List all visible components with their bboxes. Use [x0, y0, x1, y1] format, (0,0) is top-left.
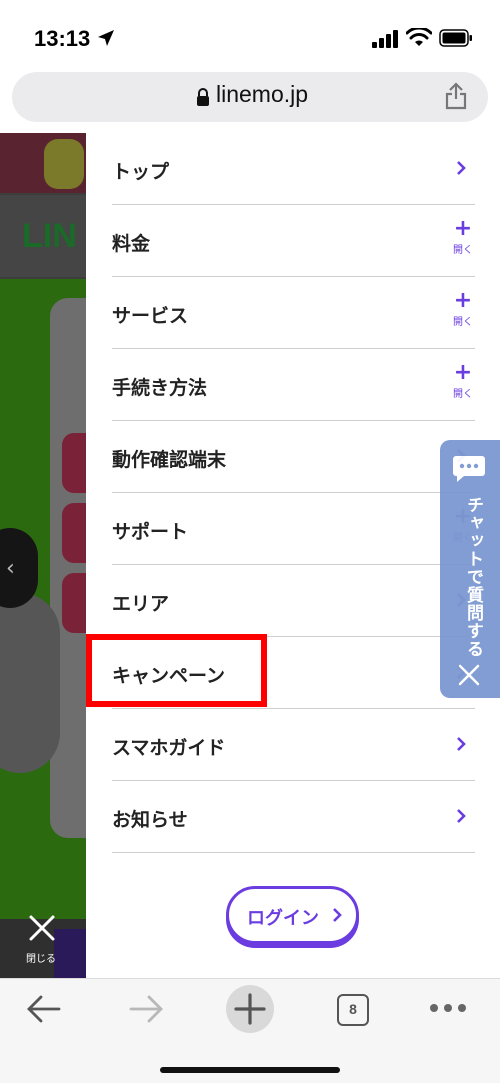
menu-item-pricing[interactable]: 料金 + 開く	[112, 205, 475, 277]
nav-menu-panel: トップ 料金 + 開く サービス + 開く 手続き方法 + 開く 動作確認端末 …	[86, 133, 500, 978]
menu-item-services[interactable]: サービス + 開く	[112, 277, 475, 349]
cellular-signal-icon	[372, 30, 398, 48]
menu-item-smartphone-guide[interactable]: スマホガイド	[112, 709, 475, 781]
menu-item-label: スマホガイド	[112, 737, 226, 759]
more-icon[interactable]	[428, 1001, 468, 1015]
menu-item-support[interactable]: サポート + 開く	[112, 493, 475, 565]
menu-item-label: 手続き方法	[112, 377, 208, 399]
close-menu-button[interactable]: 閉じる	[18, 910, 68, 970]
menu-item-label: 料金	[112, 233, 151, 255]
menu-item-supported-devices[interactable]: 動作確認端末	[112, 421, 475, 493]
back-arrow-icon[interactable]	[26, 993, 62, 1025]
background-logo: LIN	[22, 217, 77, 255]
home-indicator	[160, 1067, 340, 1073]
menu-item-area[interactable]: エリア	[112, 565, 475, 637]
wifi-icon	[406, 28, 432, 46]
highlight-annotation-box	[86, 634, 267, 707]
plus-icon: +	[453, 216, 473, 241]
chat-bubble-icon	[453, 456, 485, 482]
chevron-right-icon	[457, 161, 466, 175]
login-button[interactable]: ログイン	[226, 886, 359, 944]
background-page-overlay[interactable]: LIN ‹	[0, 133, 86, 978]
expand-label: 開く	[453, 389, 473, 400]
expand-label: 開く	[453, 317, 473, 328]
background-character-image	[0, 593, 60, 773]
tabs-icon[interactable]: 8	[337, 994, 369, 1026]
chevron-left-icon: ‹	[6, 556, 15, 581]
menu-item-label: お知らせ	[112, 809, 188, 831]
forward-arrow-icon[interactable]	[128, 993, 164, 1025]
menu-item-label: サポート	[112, 521, 189, 543]
plus-icon: +	[453, 360, 473, 385]
location-arrow-icon	[98, 30, 114, 46]
chevron-right-icon	[457, 809, 466, 823]
chevron-right-icon	[333, 908, 342, 922]
close-icon	[29, 915, 55, 941]
menu-item-label: サービス	[112, 305, 189, 327]
expand-button[interactable]: + 開く	[451, 216, 475, 257]
menu-item-procedures[interactable]: 手続き方法 + 開く	[112, 349, 475, 421]
expand-button[interactable]: + 開く	[451, 360, 475, 401]
battery-icon	[439, 29, 472, 47]
background-shape	[62, 433, 86, 493]
browser-toolbar: 8	[0, 978, 500, 1083]
expand-label: 開く	[453, 245, 473, 256]
background-shape	[62, 573, 86, 633]
background-phone-image	[50, 298, 86, 838]
menu-item-label: 動作確認端末	[112, 449, 227, 471]
lock-icon	[197, 88, 209, 106]
menu-item-label: エリア	[112, 593, 170, 615]
status-bar: 13:13	[0, 0, 500, 70]
menu-item-news[interactable]: お知らせ	[112, 781, 475, 853]
background-shape	[62, 503, 86, 563]
plus-icon: +	[453, 288, 473, 313]
background-mascot-image	[44, 139, 84, 189]
chevron-right-icon	[457, 737, 466, 751]
new-tab-plus-icon	[234, 993, 266, 1025]
close-label: 閉じる	[26, 954, 56, 965]
expand-button[interactable]: + 開く	[451, 288, 475, 329]
share-icon[interactable]	[444, 82, 468, 110]
url-text[interactable]: linemo.jp	[216, 81, 308, 108]
status-time: 13:13	[34, 26, 91, 51]
menu-item-top[interactable]: トップ	[112, 133, 475, 205]
login-label: ログイン	[247, 908, 319, 929]
chat-tab-label: チャットで質問する	[463, 496, 483, 658]
close-icon[interactable]	[458, 664, 480, 686]
chat-support-tab[interactable]: チャットで質問する	[440, 440, 500, 698]
menu-item-label: トップ	[112, 161, 170, 183]
